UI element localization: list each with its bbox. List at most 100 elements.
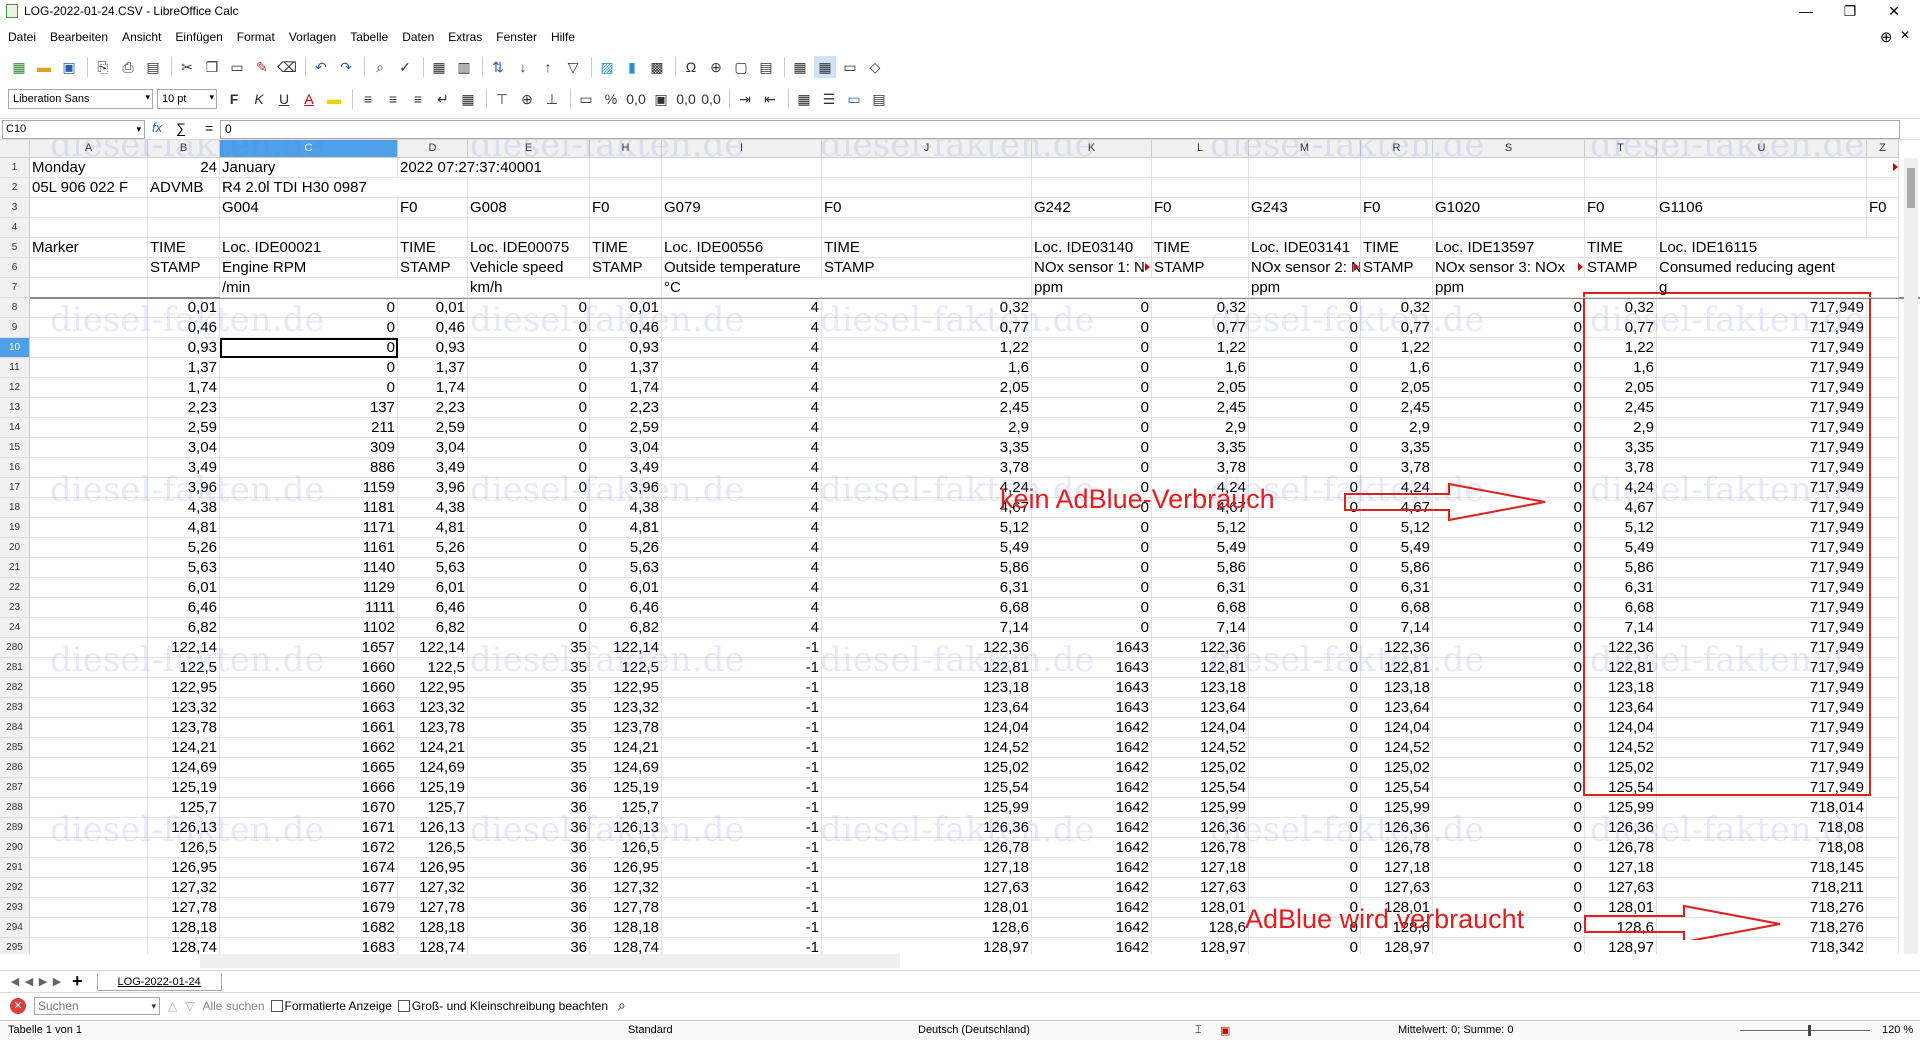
cell-d281[interactable]: 122,5 [398,658,468,678]
cell-d9[interactable]: 0,46 [398,318,468,338]
cell-s290[interactable]: 0 [1433,838,1585,858]
cell-r24[interactable]: 7,14 [1361,618,1433,638]
row-header[interactable]: 4 [0,218,30,238]
cell-d284[interactable]: 123,78 [398,718,468,738]
cell-c16[interactable]: 886 [220,458,398,478]
cell-a22[interactable] [30,578,148,598]
cell-d24[interactable]: 6,82 [398,618,468,638]
cell-c288[interactable]: 1670 [220,798,398,818]
cell-c291[interactable]: 1674 [220,858,398,878]
align-bottom-icon[interactable]: ⊥ [541,88,563,110]
cell-l283[interactable]: 123,64 [1152,698,1249,718]
cell-d292[interactable]: 127,32 [398,878,468,898]
align-left-icon[interactable]: ≡ [357,88,379,110]
cell-e15[interactable]: 0 [468,438,590,458]
close-document-icon[interactable]: ✕ [1900,28,1910,42]
cell-a13[interactable] [30,398,148,418]
cell-i18[interactable]: 4 [662,498,822,518]
cell-l4[interactable] [1152,218,1249,238]
cell-h19[interactable]: 4,81 [590,518,662,538]
column-header-h[interactable]: H [590,140,662,158]
cell-m11[interactable]: 0 [1249,358,1361,378]
find-next-icon[interactable]: ▽ [185,999,194,1013]
row-header[interactable]: 17 [0,478,30,498]
align-middle-icon[interactable]: ⊕ [516,88,538,110]
formatted-display-checkbox[interactable]: Formatierte Anzeige [270,999,392,1013]
cell-z288[interactable] [1867,798,1899,818]
cell-s10[interactable]: 0 [1433,338,1585,358]
cell-r20[interactable]: 5,49 [1361,538,1433,558]
merge-cells-icon[interactable]: ▦ [457,88,479,110]
cell-a18[interactable] [30,498,148,518]
cell-k284[interactable]: 1642 [1032,718,1152,738]
cell-j284[interactable]: 124,04 [822,718,1032,738]
cell-r22[interactable]: 6,31 [1361,578,1433,598]
decrease-indent-icon[interactable]: ⇤ [759,88,781,110]
comment-icon[interactable]: ▢ [730,56,752,78]
scroll-thumb[interactable] [1907,168,1915,208]
cell-h22[interactable]: 6,01 [590,578,662,598]
cell-a6[interactable] [30,258,148,278]
cell-r295[interactable]: 128,97 [1361,938,1433,954]
cell-s288[interactable]: 0 [1433,798,1585,818]
row-header[interactable]: 13 [0,398,30,418]
zoom-level[interactable]: 120 % [1882,1024,1913,1036]
cell-h293[interactable]: 127,78 [590,898,662,918]
header-footer-icon[interactable]: ▤ [755,56,777,78]
column-header-u[interactable]: U [1657,140,1867,158]
cell-c13[interactable]: 137 [220,398,398,418]
cell-l280[interactable]: 122,36 [1152,638,1249,658]
cell-m23[interactable]: 0 [1249,598,1361,618]
cell-k285[interactable]: 1642 [1032,738,1152,758]
cell-b286[interactable]: 124,69 [148,758,220,778]
cell-k23[interactable]: 0 [1032,598,1152,618]
cell-z292[interactable] [1867,878,1899,898]
cell-z17[interactable] [1867,478,1899,498]
cell-z16[interactable] [1867,458,1899,478]
cell-k7[interactable]: ppm [1032,278,1249,298]
cell-c3[interactable]: G004 [220,198,398,218]
cell-r290[interactable]: 126,78 [1361,838,1433,858]
font-color-icon[interactable]: A [298,88,320,110]
cell-d6[interactable]: STAMP [398,258,468,278]
row-header[interactable]: 289 [0,818,30,838]
underline-icon[interactable]: U [273,88,295,110]
cell-c14[interactable]: 211 [220,418,398,438]
cell-s6[interactable]: NOx sensor 3: NOx [1433,258,1585,278]
cell-e13[interactable]: 0 [468,398,590,418]
cell-s5[interactable]: Loc. IDE13597 [1433,238,1585,258]
cell-e22[interactable]: 0 [468,578,590,598]
cell-r281[interactable]: 122,81 [1361,658,1433,678]
cell-i11[interactable]: 4 [662,358,822,378]
cell-a280[interactable] [30,638,148,658]
row-header[interactable]: 288 [0,798,30,818]
cell-h17[interactable]: 3,96 [590,478,662,498]
cell-d23[interactable]: 6,46 [398,598,468,618]
cell-r21[interactable]: 5,86 [1361,558,1433,578]
cell-r280[interactable]: 122,36 [1361,638,1433,658]
cell-i13[interactable]: 4 [662,398,822,418]
cell-s15[interactable]: 0 [1433,438,1585,458]
cell-a15[interactable] [30,438,148,458]
cell-r23[interactable]: 6,68 [1361,598,1433,618]
cell-b23[interactable]: 6,46 [148,598,220,618]
cell-b18[interactable]: 4,38 [148,498,220,518]
cell-l285[interactable]: 124,52 [1152,738,1249,758]
cell-s291[interactable]: 0 [1433,858,1585,878]
sum-icon[interactable]: ∑ [176,120,186,136]
cell-s287[interactable]: 0 [1433,778,1585,798]
cell-l293[interactable]: 128,01 [1152,898,1249,918]
define-print-area-icon[interactable]: ▦ [789,56,811,78]
cell-z15[interactable] [1867,438,1899,458]
open-folder-icon[interactable]: ▬ [33,56,55,78]
cell-j5[interactable]: TIME [822,238,1032,258]
cell-e12[interactable]: 0 [468,378,590,398]
cell-z14[interactable] [1867,418,1899,438]
cell-u288[interactable]: 718,014 [1657,798,1867,818]
cell-e287[interactable]: 36 [468,778,590,798]
row-header[interactable]: 16 [0,458,30,478]
cell-d16[interactable]: 3,49 [398,458,468,478]
cell-j287[interactable]: 125,54 [822,778,1032,798]
cell-e293[interactable]: 36 [468,898,590,918]
cell-l19[interactable]: 5,12 [1152,518,1249,538]
